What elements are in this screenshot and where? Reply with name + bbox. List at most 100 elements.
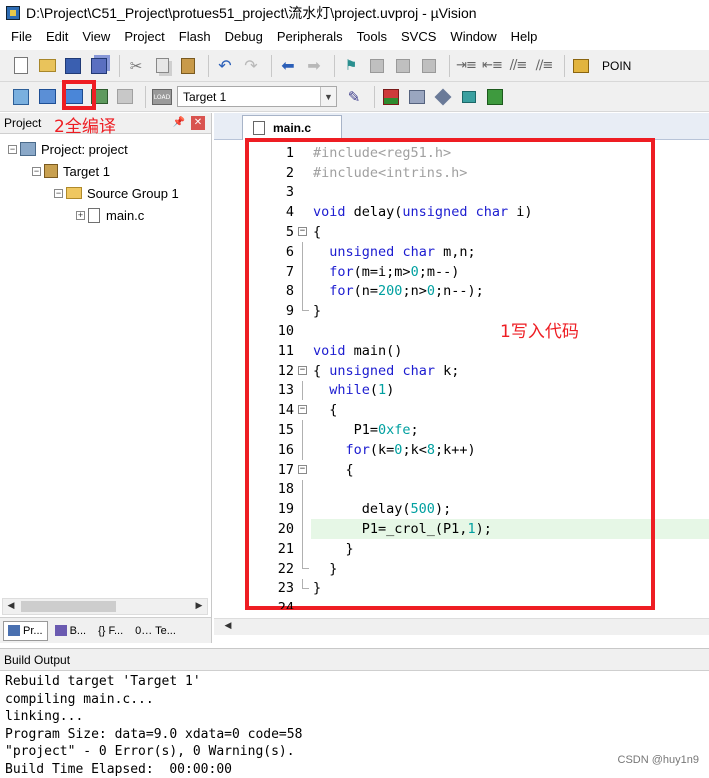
tab-books[interactable]: B...: [50, 621, 92, 641]
file-extensions-button[interactable]: [406, 86, 428, 108]
tree-item-target[interactable]: − Target 1: [32, 161, 110, 181]
close-icon[interactable]: ✕: [191, 116, 205, 130]
menu-project[interactable]: Project: [117, 26, 171, 48]
navigate-back-button[interactable]: ⬅: [277, 55, 299, 77]
find-text-field[interactable]: POIN: [602, 59, 631, 73]
copy-button[interactable]: [151, 55, 173, 77]
project-horizontal-scrollbar[interactable]: ◀ ▶: [2, 598, 208, 615]
menu-peripherals[interactable]: Peripherals: [270, 26, 350, 48]
batch-build-icon: [90, 89, 108, 104]
code-line[interactable]: 24: [214, 598, 709, 609]
scroll-left-icon[interactable]: ◀: [3, 599, 19, 614]
stop-build-button[interactable]: [114, 86, 136, 108]
build-button[interactable]: [36, 86, 58, 108]
menu-flash[interactable]: Flash: [172, 26, 218, 48]
menu-edit[interactable]: Edit: [39, 26, 75, 48]
tab-main-c[interactable]: main.c: [242, 115, 342, 140]
code-line[interactable]: 8 for(n=200;n>0;n--);: [214, 281, 709, 302]
tab-project[interactable]: Pr...: [3, 620, 48, 641]
menu-tools[interactable]: Tools: [350, 26, 394, 48]
new-file-button[interactable]: [10, 55, 32, 77]
code-line[interactable]: 20 P1=_crol_(P1,1);: [214, 519, 709, 539]
unindent-button[interactable]: ⇤≡: [481, 55, 503, 77]
indent-button[interactable]: ⇥≡: [455, 55, 477, 77]
collapse-toggle-icon[interactable]: −: [8, 144, 17, 154]
fold-toggle-icon[interactable]: −: [298, 227, 307, 237]
collapse-toggle-icon[interactable]: −: [32, 166, 41, 176]
batch-build-button[interactable]: [88, 86, 110, 108]
menu-window[interactable]: Window: [443, 26, 503, 48]
code-line[interactable]: 10: [214, 321, 709, 341]
code-line[interactable]: 22 }: [214, 558, 709, 579]
code-line[interactable]: 4 void delay(unsigned char i): [214, 202, 709, 222]
code-line[interactable]: 1 #include<reg51.h>: [214, 143, 709, 163]
comment-button[interactable]: //≡: [507, 55, 529, 77]
code-line[interactable]: 3: [214, 183, 709, 203]
code-line[interactable]: 2 #include<intrins.h>: [214, 163, 709, 183]
undo-button[interactable]: ↶: [214, 55, 236, 77]
uncomment-button[interactable]: ∕∕≡: [533, 55, 555, 77]
rebuild-button[interactable]: [62, 86, 84, 108]
menu-file[interactable]: File: [4, 26, 39, 48]
code-line[interactable]: 7 for(m=i;m>0;m--): [214, 261, 709, 282]
tree-item-main-c[interactable]: + main.c: [76, 205, 144, 225]
paste-button[interactable]: [177, 55, 199, 77]
code-line[interactable]: 5−{: [214, 222, 709, 242]
code-line[interactable]: 23}: [214, 578, 709, 599]
manage-components-button[interactable]: [380, 86, 402, 108]
scroll-left-icon[interactable]: ◀: [220, 619, 236, 634]
target-select[interactable]: Target 1 ▼: [177, 86, 337, 107]
code-line[interactable]: 18: [214, 479, 709, 500]
translate-button[interactable]: [10, 86, 32, 108]
code-line[interactable]: 19 delay(500);: [214, 499, 709, 520]
save-all-button[interactable]: [88, 55, 110, 77]
redo-button[interactable]: ↷: [240, 55, 262, 77]
code-line[interactable]: 13 while(1): [214, 380, 709, 401]
menu-svcs[interactable]: SVCS: [394, 26, 443, 48]
toolbar-separator: [119, 54, 120, 77]
menu-view[interactable]: View: [75, 26, 117, 48]
previous-bookmark-button[interactable]: [366, 55, 388, 77]
build-output-text[interactable]: Rebuild target 'Target 1' compiling main…: [5, 673, 302, 778]
scroll-thumb[interactable]: [21, 601, 116, 612]
collapse-toggle-icon[interactable]: −: [54, 188, 63, 198]
tree-item-source-group[interactable]: − Source Group 1: [54, 183, 179, 203]
download-button[interactable]: LOAD: [151, 86, 173, 108]
code-line[interactable]: 17− {: [214, 460, 709, 480]
scroll-right-icon[interactable]: ▶: [191, 599, 207, 614]
code-line[interactable]: 9}: [214, 301, 709, 321]
code-line[interactable]: 6 unsigned char m,n;: [214, 242, 709, 262]
fold-toggle-icon[interactable]: −: [298, 464, 307, 474]
tab-functions[interactable]: {} F...: [93, 621, 128, 641]
pack-installer-button[interactable]: [458, 86, 480, 108]
tab-templates[interactable]: 0… Te...: [130, 621, 181, 641]
software-packs-button[interactable]: [484, 86, 506, 108]
clear-bookmarks-button[interactable]: [418, 55, 440, 77]
editor-horizontal-scrollbar[interactable]: ◀: [214, 618, 709, 635]
chevron-down-icon[interactable]: ▼: [320, 87, 336, 106]
expand-toggle-icon[interactable]: +: [76, 210, 85, 220]
fold-toggle-icon[interactable]: −: [298, 365, 307, 375]
tree-item-project[interactable]: − Project: project: [8, 139, 128, 159]
save-button[interactable]: [62, 55, 84, 77]
options-for-target-button[interactable]: ✎: [343, 86, 365, 108]
open-file-button[interactable]: [36, 55, 58, 77]
fold-toggle-icon[interactable]: −: [298, 405, 307, 415]
select-packs-button[interactable]: [432, 86, 454, 108]
pin-icon[interactable]: 📌: [173, 117, 185, 128]
menu-debug[interactable]: Debug: [218, 26, 270, 48]
navigate-forward-button[interactable]: ➡: [303, 55, 325, 77]
code-line[interactable]: 21 }: [214, 539, 709, 559]
watermark: CSDN @huy1n9: [617, 754, 699, 766]
insert-bookmark-button[interactable]: ⚑: [340, 55, 362, 77]
code-line[interactable]: 12−{ unsigned char k;: [214, 361, 709, 381]
cut-button[interactable]: ✂: [125, 55, 147, 77]
code-line[interactable]: 11 void main(): [214, 341, 709, 361]
find-in-files-button[interactable]: [570, 55, 592, 77]
menu-help[interactable]: Help: [504, 26, 545, 48]
code-line[interactable]: 16 for(k=0;k<8;k++): [214, 440, 709, 460]
code-line[interactable]: 15 P1=0xfe;: [214, 420, 709, 440]
code-editor[interactable]: 1 #include<reg51.h> 2 #include<intrins.h> 3 4…: [214, 143, 709, 609]
code-line[interactable]: 14− {: [214, 400, 709, 420]
next-bookmark-button[interactable]: [392, 55, 414, 77]
